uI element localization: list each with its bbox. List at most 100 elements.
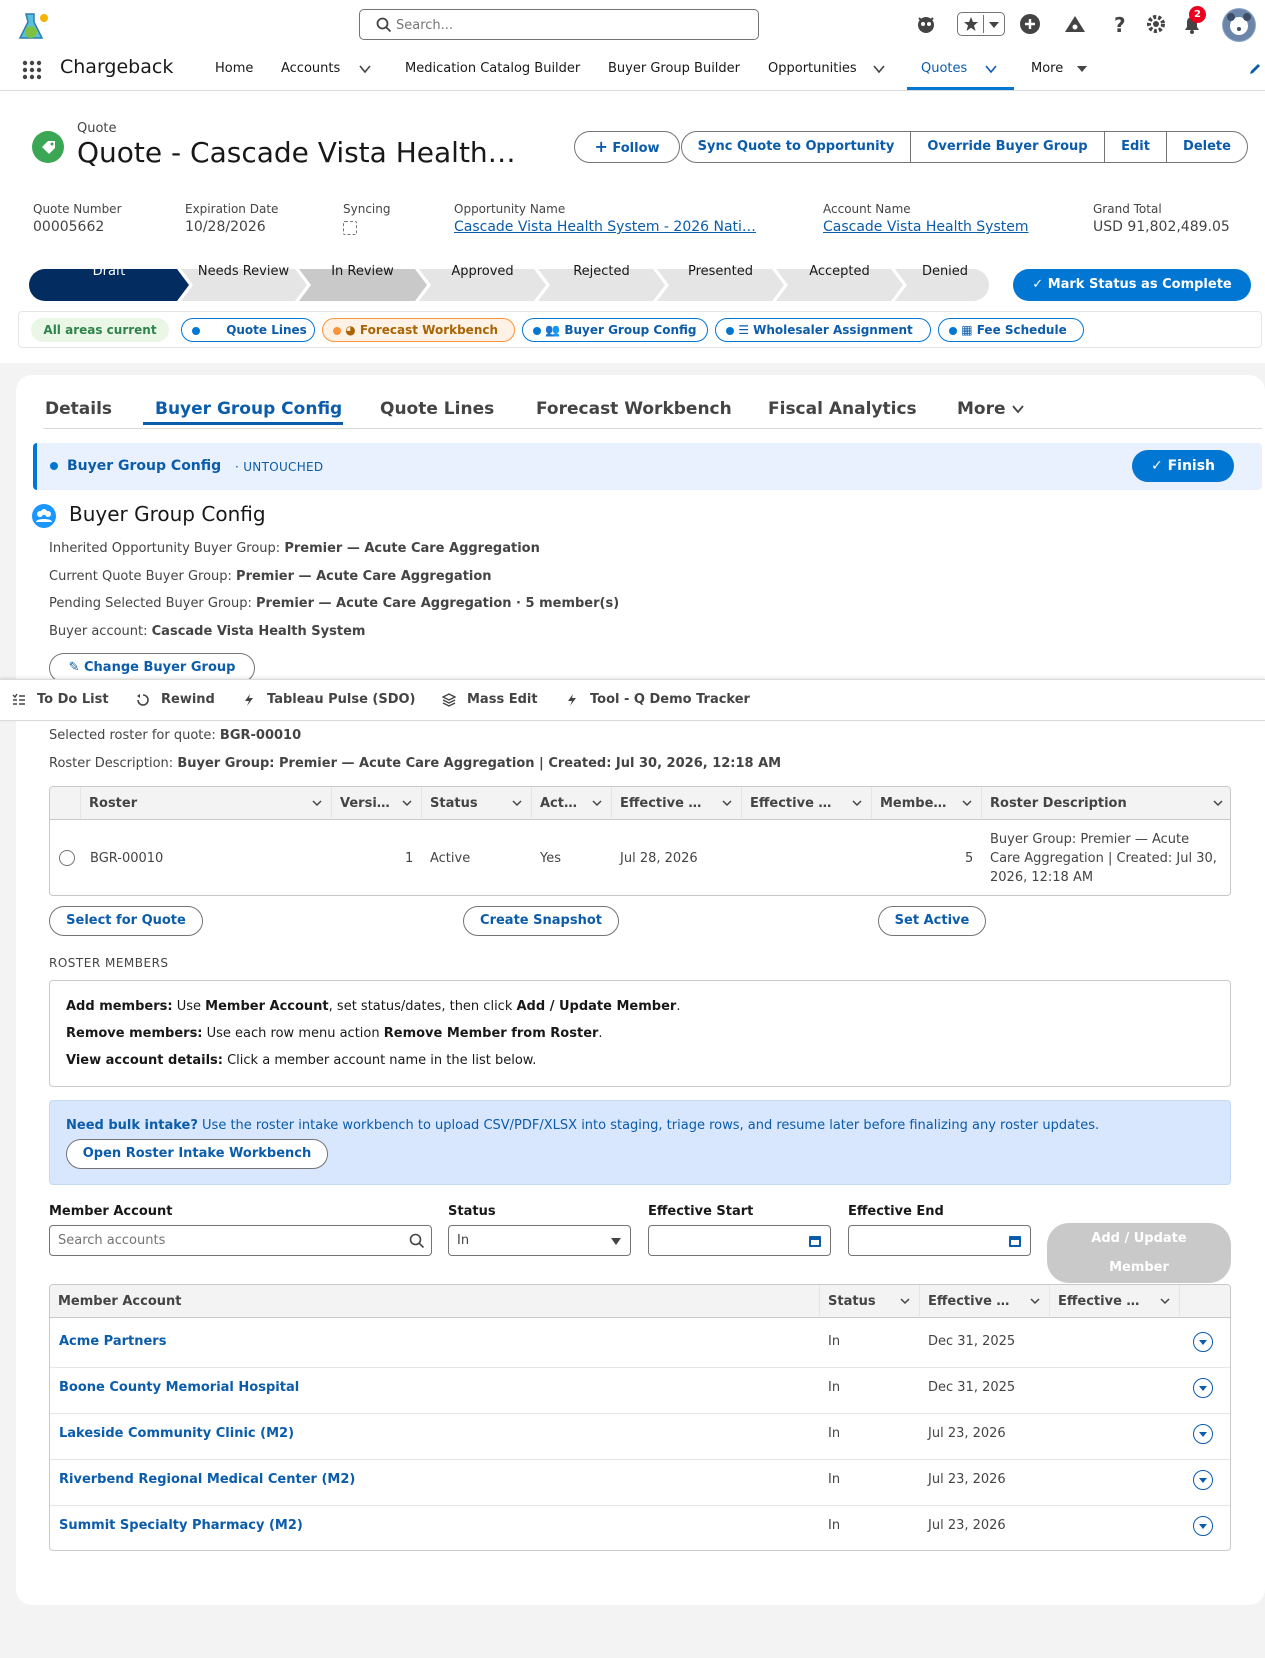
nav-item-more[interactable]: More <box>1031 61 1063 76</box>
column-header-effective-start[interactable]: Effective … <box>612 787 742 820</box>
column-header-roster[interactable]: Roster <box>81 787 332 820</box>
caret-down-icon[interactable] <box>1075 62 1089 76</box>
override-buyer-group-button[interactable]: Override Buyer Group <box>910 131 1105 163</box>
roster-version: 1 <box>405 851 414 866</box>
tab-details[interactable]: Details <box>45 399 112 419</box>
column-header-version[interactable]: Versi… <box>332 787 422 820</box>
add-update-member-button[interactable]: Add / Update Member <box>1047 1223 1231 1283</box>
utility-item-mass-edit[interactable]: Mass Edit <box>467 692 538 707</box>
column-header-roster-description[interactable]: Roster Description <box>982 787 1230 820</box>
chevron-down-icon <box>1012 405 1025 414</box>
delete-button[interactable]: Delete <box>1166 131 1248 163</box>
utility-item-todo-list[interactable]: To Do List <box>37 692 109 707</box>
area-pill-wholesaler-assignment[interactable]: ☰ Wholesaler Assignment <box>715 318 931 342</box>
set-active-button[interactable]: Set Active <box>878 906 986 936</box>
path-step-presented[interactable]: Presented <box>657 256 784 288</box>
select-for-quote-button[interactable]: Select for Quote <box>49 906 203 936</box>
tab-quote-lines[interactable]: Quote Lines <box>380 399 494 419</box>
bulk-intake-text: Need bulk intake? Use the roster intake … <box>66 1118 1100 1133</box>
app-logo-icon[interactable] <box>16 8 56 44</box>
nav-item-accounts[interactable]: Accounts <box>281 61 340 76</box>
effective-start-input[interactable] <box>648 1225 831 1256</box>
area-pill-quote-lines[interactable]: Quote Lines <box>181 318 315 342</box>
edit-nav-icon[interactable] <box>1248 62 1262 76</box>
create-snapshot-button[interactable]: Create Snapshot <box>463 906 619 936</box>
roster-members-count: 5 <box>965 851 974 866</box>
row-menu-button[interactable] <box>1193 1378 1213 1398</box>
roster-id: BGR-00010 <box>90 851 164 866</box>
path-step-rejected[interactable]: Rejected <box>538 256 665 288</box>
column-header-member-status[interactable]: Status <box>820 1285 920 1318</box>
app-launcher-icon[interactable] <box>22 60 42 80</box>
member-effective-start: Dec 31, 2025 <box>928 1380 1016 1395</box>
column-header-member-effective-end[interactable]: Effective … <box>1050 1285 1180 1318</box>
column-header-member-account[interactable]: Member Account <box>50 1285 820 1318</box>
einstein-icon[interactable] <box>914 12 938 36</box>
tab-more[interactable]: More <box>957 399 1025 419</box>
nav-item-home[interactable]: Home <box>215 61 253 76</box>
tab-buyer-group-config[interactable]: Buyer Group Config <box>155 399 342 419</box>
help-icon[interactable]: ? <box>1108 12 1132 36</box>
open-roster-intake-workbench-button[interactable]: Open Roster Intake Workbench <box>66 1139 328 1169</box>
path-step-denied[interactable]: Denied <box>895 256 995 288</box>
path-step-in-review[interactable]: In Review <box>299 256 426 288</box>
chevron-down-icon[interactable] <box>872 62 886 76</box>
utility-item-tableau-pulse[interactable]: Tableau Pulse (SDO) <box>267 692 416 707</box>
trailhead-icon[interactable] <box>1063 12 1087 36</box>
row-menu-button[interactable] <box>1193 1424 1213 1444</box>
sync-quote-button[interactable]: Sync Quote to Opportunity <box>681 131 911 163</box>
member-account-link[interactable]: Boone County Memorial Hospital <box>59 1380 299 1395</box>
star-icon[interactable] <box>963 16 979 32</box>
nav-item-buyer-group-builder[interactable]: Buyer Group Builder <box>608 61 740 76</box>
effective-end-input[interactable] <box>848 1225 1031 1256</box>
path-step-draft[interactable]: Draft <box>29 256 189 288</box>
gear-icon[interactable] <box>1144 12 1168 36</box>
path-step-accepted[interactable]: Accepted <box>776 256 903 288</box>
utility-item-q-demo-tracker[interactable]: Tool - Q Demo Tracker <box>590 692 750 707</box>
global-search-input[interactable] <box>396 15 746 35</box>
utility-item-rewind[interactable]: Rewind <box>161 692 215 707</box>
syncing-checkbox <box>343 221 357 235</box>
row-menu-button[interactable] <box>1193 1332 1213 1352</box>
global-search[interactable] <box>359 9 759 40</box>
tab-forecast-workbench[interactable]: Forecast Workbench <box>536 399 732 419</box>
column-header-active[interactable]: Act… <box>532 787 612 820</box>
area-pill-fee-schedule[interactable]: ▦ Fee Schedule <box>938 318 1084 342</box>
svg-text:?: ? <box>1114 13 1126 36</box>
chevron-down-icon[interactable] <box>988 20 1000 30</box>
roster-select-radio[interactable] <box>59 850 75 866</box>
inherited-buyer-group: Inherited Opportunity Buyer Group: Premi… <box>49 541 540 556</box>
member-account-link[interactable]: Riverbend Regional Medical Center (M2) <box>59 1472 355 1487</box>
chevron-down-icon[interactable] <box>984 62 998 76</box>
user-avatar[interactable] <box>1222 8 1256 42</box>
member-account-link[interactable]: Summit Specialty Pharmacy (M2) <box>59 1518 303 1533</box>
column-header-member-effective-start[interactable]: Effective … <box>920 1285 1050 1318</box>
row-menu-button[interactable] <box>1193 1516 1213 1536</box>
path-step-approved[interactable]: Approved <box>419 256 546 288</box>
tab-fiscal-analytics[interactable]: Fiscal Analytics <box>768 399 917 419</box>
member-account-link[interactable]: Acme Partners <box>59 1334 166 1349</box>
area-pill-buyer-group-config[interactable]: 👥 Buyer Group Config <box>522 318 708 342</box>
edit-button[interactable]: Edit <box>1104 131 1167 163</box>
mark-status-complete-button[interactable]: ✓ Mark Status as Complete <box>1013 269 1251 301</box>
status-select[interactable]: In <box>448 1225 631 1256</box>
nav-item-quotes[interactable]: Quotes <box>921 61 967 76</box>
column-header-members[interactable]: Membe… <box>872 787 982 820</box>
opportunity-name-link[interactable]: Cascade Vista Health System - 2026 Nati… <box>454 219 756 235</box>
nav-item-medication-catalog-builder[interactable]: Medication Catalog Builder <box>405 61 580 76</box>
column-header-status[interactable]: Status <box>422 787 532 820</box>
follow-button[interactable]: + Follow <box>574 131 680 163</box>
row-menu-button[interactable] <box>1193 1470 1213 1490</box>
add-icon[interactable] <box>1018 12 1042 36</box>
chevron-down-icon[interactable] <box>358 62 372 76</box>
chevron-down-icon <box>1030 1298 1040 1305</box>
member-account-link[interactable]: Lakeside Community Clinic (M2) <box>59 1426 294 1441</box>
finish-button[interactable]: ✓ Finish <box>1132 450 1234 482</box>
nav-item-opportunities[interactable]: Opportunities <box>768 61 857 76</box>
column-header-effective-end[interactable]: Effective … <box>742 787 872 820</box>
member-account-search[interactable]: Search accounts <box>49 1225 432 1256</box>
area-pill-forecast-workbench[interactable]: ◕ Forecast Workbench <box>322 318 515 342</box>
active-tab-indicator <box>143 422 343 425</box>
path-step-needs-review[interactable]: Needs Review <box>181 256 306 288</box>
account-name-link[interactable]: Cascade Vista Health System <box>823 219 1028 235</box>
